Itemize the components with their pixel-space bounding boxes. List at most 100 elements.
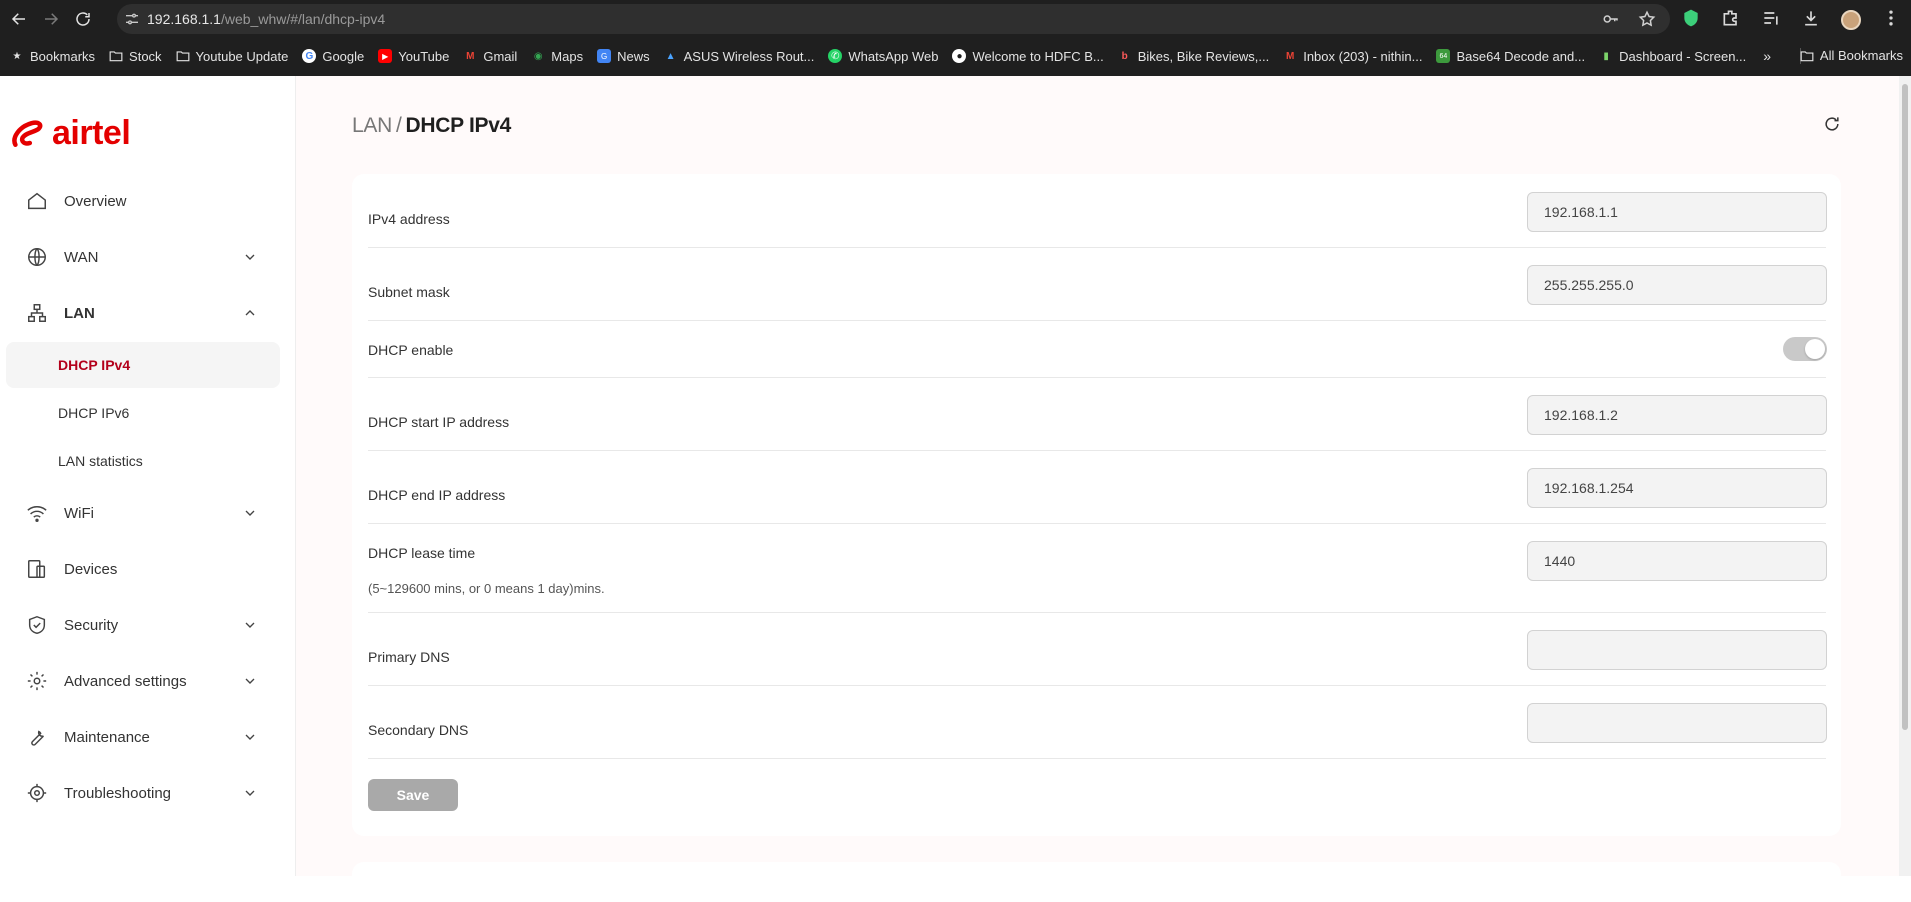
lease-time-input[interactable] [1527, 541, 1827, 581]
browser-toolbar: 192.168.1.1/web_whw/#/lan/dhcp-ipv4 [0, 0, 1911, 38]
sidebar-item-label: Devices [64, 560, 118, 578]
page-scrollbar[interactable] [1899, 76, 1911, 876]
bookmark-item[interactable]: Stock [109, 49, 162, 64]
bookmark-item[interactable]: ★ Bookmarks [10, 48, 96, 64]
bookmark-item[interactable]: ▮ Dashboard - Screen... [1599, 49, 1746, 64]
sidebar-item-label: WiFi [64, 504, 94, 522]
sidebar-subitem-label: DHCP IPv6 [58, 405, 130, 421]
url-path: /web_whw/#/lan/dhcp-ipv4 [220, 11, 386, 27]
airtel-logo[interactable]: airtel [10, 114, 131, 153]
menu-kebab-icon[interactable] [1881, 8, 1901, 31]
sidebar-item-maintenance[interactable]: Maintenance [0, 712, 296, 762]
sidebar-item-lan[interactable]: LAN [0, 288, 296, 338]
primary-dns-input[interactable] [1527, 630, 1827, 670]
gmail-icon: M [466, 50, 475, 62]
primary-dns-row: Primary DNS [368, 613, 1827, 686]
sidebar-item-troubleshooting[interactable]: Troubleshooting [0, 768, 296, 818]
subnet-mask-input[interactable] [1527, 265, 1827, 305]
chevron-down-icon [245, 254, 255, 260]
back-icon[interactable] [5, 5, 33, 33]
url-host: 192.168.1.1 [147, 11, 221, 27]
bookmark-label: ASUS Wireless Rout... [683, 48, 815, 64]
bookmark-label: Stock [129, 48, 162, 64]
sidebar-subitem-lan-statistics[interactable]: LAN statistics [6, 438, 280, 484]
page-title: DHCP IPv4 [405, 114, 512, 137]
bookmark-item[interactable]: 64 Base64 Decode and... [1436, 49, 1585, 64]
bookmark-star-icon[interactable] [1638, 10, 1656, 31]
reload-icon[interactable] [69, 5, 97, 33]
wifi-icon [26, 502, 48, 524]
save-button[interactable]: Save [368, 779, 458, 811]
bookmark-item[interactable]: ▲ ASUS Wireless Rout... [664, 49, 815, 64]
ipv4-address-row: IPv4 address [368, 174, 1827, 248]
breadcrumb-parent[interactable]: LAN [352, 114, 392, 137]
chevron-up-icon [245, 310, 255, 316]
bookmark-item[interactable]: ✆ WhatsApp Web [828, 49, 938, 64]
sidebar-item-advanced-settings[interactable]: Advanced settings [0, 656, 296, 706]
secondary-dns-row: Secondary DNS [368, 686, 1827, 759]
sidebar-subitem-label: LAN statistics [58, 453, 143, 469]
bookmark-item[interactable]: ● Welcome to HDFC B... [952, 49, 1104, 64]
bookmark-item[interactable]: b Bikes, Bike Reviews,... [1118, 49, 1270, 64]
bookmark-item[interactable]: G Google [302, 49, 364, 64]
bookmark-label: Youtube Update [195, 48, 289, 64]
wrench-icon [26, 726, 48, 748]
bookmark-item[interactable]: M Gmail [463, 49, 517, 64]
shield-icon [26, 614, 48, 636]
site-info-icon[interactable] [117, 11, 147, 27]
bookmark-item[interactable]: M Inbox (203) - nithin... [1283, 49, 1422, 64]
news-icon: G [597, 49, 612, 63]
airtel-swirl-icon [12, 120, 43, 147]
refresh-icon[interactable] [1822, 114, 1844, 136]
lease-time-row: DHCP lease time (5~129600 mins, or 0 mea… [368, 524, 1827, 613]
extension-shield-icon[interactable] [1681, 8, 1701, 31]
ipv4-address-input[interactable] [1527, 192, 1827, 232]
sidebar-subitem-dhcp-ipv6[interactable]: DHCP IPv6 [6, 390, 280, 436]
bookmark-label: Base64 Decode and... [1456, 48, 1586, 64]
primary-dns-label: Primary DNS [368, 649, 450, 665]
sidebar-item-label: Maintenance [64, 728, 150, 746]
all-bookmarks-button[interactable]: All Bookmarks [1800, 48, 1903, 63]
bookmark-label: Gmail [483, 48, 518, 64]
downloads-icon[interactable] [1801, 8, 1821, 31]
chevron-down-icon [245, 734, 255, 740]
profile-avatar[interactable] [1841, 9, 1861, 30]
youtube-icon: ▶ [378, 49, 393, 63]
devices-icon [26, 558, 48, 580]
secondary-dns-input[interactable] [1527, 703, 1827, 743]
bookmark-item[interactable]: Youtube Update [176, 48, 289, 64]
sidebar-item-wifi[interactable]: WiFi [0, 488, 296, 538]
dhcp-end-label: DHCP end IP address [368, 487, 506, 503]
forward-icon[interactable] [37, 5, 65, 33]
whatsapp-icon: ✆ [828, 49, 843, 63]
dhcp-start-row: DHCP start IP address [368, 378, 1827, 451]
extensions-puzzle-icon[interactable] [1721, 8, 1741, 31]
chevron-down-icon [245, 678, 255, 684]
bookmark-label: News [617, 48, 650, 64]
sidebar-item-overview[interactable]: Overview [0, 176, 296, 226]
more-bookmarks-chevron-icon[interactable]: » [1763, 48, 1771, 64]
scrollbar-thumb[interactable] [1902, 84, 1908, 730]
subnet-mask-row: Subnet mask [368, 248, 1827, 321]
dhcp-end-input[interactable] [1527, 468, 1827, 508]
bookmark-label: Bookmarks [30, 48, 96, 64]
bookmark-item[interactable]: G News [597, 49, 650, 64]
dhcp-start-input[interactable] [1527, 395, 1827, 435]
dhcp-enable-row: DHCP enable [368, 321, 1827, 378]
dhcp-enable-toggle[interactable] [1783, 337, 1827, 361]
reading-list-icon[interactable] [1761, 8, 1781, 31]
subnet-mask-label: Subnet mask [368, 284, 450, 300]
sidebar-item-wan[interactable]: WAN [0, 232, 296, 282]
bookmark-item[interactable]: ◉ Maps [531, 49, 583, 64]
router-app: airtel Overview WAN LAN DHCP IPv4 DHCP I… [0, 76, 1911, 902]
sidebar-subitem-dhcp-ipv4[interactable]: DHCP IPv4 [6, 342, 280, 388]
next-section-card [352, 862, 1841, 902]
sidebar-item-devices[interactable]: Devices [0, 544, 296, 594]
maps-icon: ◉ [533, 50, 543, 62]
globe-icon [26, 246, 48, 268]
password-key-icon[interactable] [1602, 10, 1620, 31]
sidebar-item-security[interactable]: Security [0, 600, 296, 650]
address-bar[interactable]: 192.168.1.1/web_whw/#/lan/dhcp-ipv4 [117, 4, 1670, 34]
bookmark-item[interactable]: ▶ YouTube [378, 49, 449, 64]
dhcp-enable-label: DHCP enable [368, 342, 454, 358]
